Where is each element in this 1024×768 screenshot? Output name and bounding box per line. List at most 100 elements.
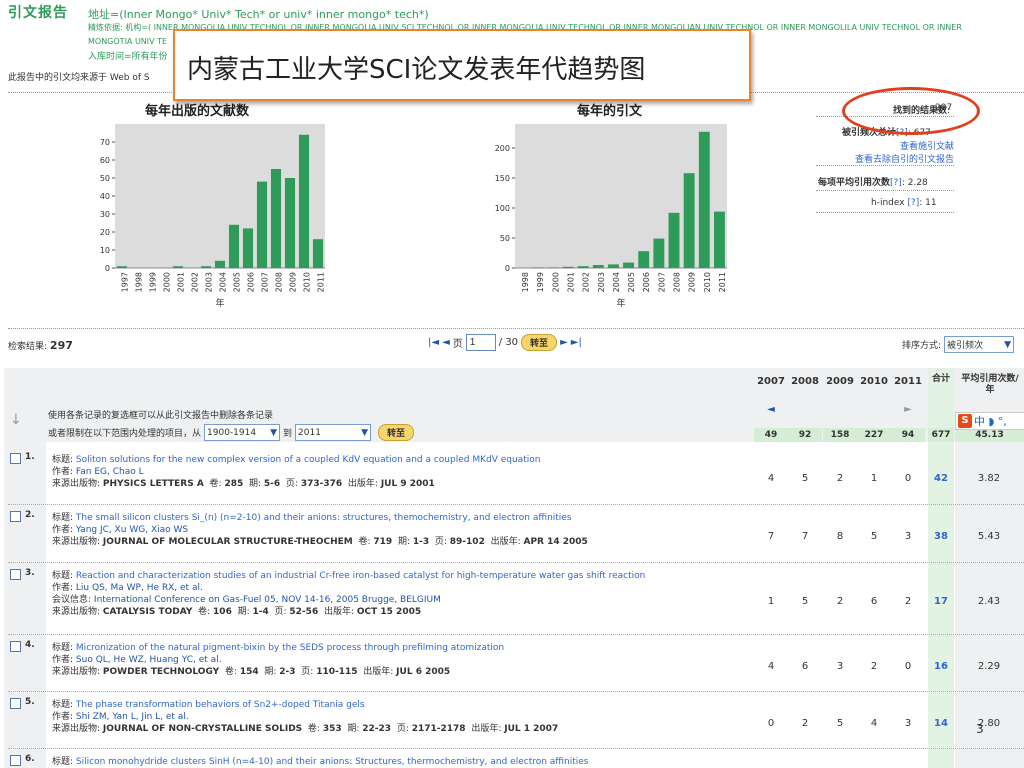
caption-text: 内蒙古工业大学SCI论文发表年代趋势图: [187, 55, 646, 85]
x-tick-label: 2003: [205, 272, 214, 292]
y-tick-label: 50: [100, 174, 110, 183]
record-divider: [8, 634, 1024, 635]
x-axis-label: 年: [215, 297, 224, 309]
record-total-link[interactable]: 17: [924, 596, 958, 607]
last-page-icon[interactable]: ►|: [571, 337, 582, 348]
sort-select[interactable]: 被引频次 ▼: [944, 336, 1015, 353]
x-tick-label: 2008: [673, 272, 682, 292]
record-source: 来源出版物: CATALYSIS TODAY 卷: 106 期: 1-4 页: …: [52, 607, 422, 617]
x-tick-label: 1997: [121, 272, 130, 292]
ime-toolbar[interactable]: S 中 ◗ °,: [955, 412, 1024, 430]
average-citations-row: 每项平均引用次数[?]: 2.28: [818, 178, 928, 188]
bar: [532, 267, 544, 268]
y-tick-label: 40: [100, 192, 110, 201]
year-citation-count: 4: [767, 661, 775, 672]
x-tick-label: 2010: [703, 272, 712, 292]
range-go-button[interactable]: 转至: [378, 424, 415, 441]
x-tick-label: 2004: [612, 272, 621, 292]
y-tick-label: 30: [100, 210, 110, 219]
x-axis-label: 年: [616, 297, 625, 309]
bar: [242, 228, 254, 268]
x-tick-label: 1998: [135, 272, 144, 292]
record-checkbox[interactable]: [10, 569, 21, 580]
record-total-link[interactable]: 16: [924, 661, 958, 672]
help-link[interactable]: [?]: [890, 178, 902, 188]
range-from-select[interactable]: 1900-1914 ▼: [204, 424, 281, 441]
view-citing-link[interactable]: 查看施引文献: [900, 139, 954, 152]
x-tick-label: 2005: [627, 272, 636, 292]
year-citation-count: 1: [870, 473, 878, 484]
chevron-down-icon: ▼: [270, 427, 278, 438]
next-page-icon[interactable]: ►: [560, 337, 568, 348]
page-label: 页: [452, 339, 463, 350]
bar: [607, 264, 619, 268]
y-tick-label: 20: [100, 228, 110, 237]
prev-page-icon[interactable]: ◄: [442, 337, 450, 348]
y-tick-label: 100: [495, 204, 510, 213]
record-checkbox[interactable]: [10, 511, 21, 522]
record-average: 5.43: [977, 531, 1001, 542]
record-title-link[interactable]: Silicon monohydride clusters SinH (n=4-1…: [76, 757, 589, 767]
first-page-icon[interactable]: |◄: [428, 337, 439, 348]
year-citation-count: 5: [836, 718, 844, 729]
plot-area: [515, 124, 727, 268]
record-total-link[interactable]: 42: [924, 473, 958, 484]
year-citation-count: 2: [870, 661, 878, 672]
record-total-link[interactable]: 14: [924, 718, 958, 729]
year-citation-count: 1: [767, 596, 775, 607]
x-tick-label: 2011: [317, 272, 326, 292]
record-title-link[interactable]: Soliton solutions for the new complex ve…: [76, 455, 541, 465]
bar: [298, 134, 310, 268]
record-checkbox[interactable]: [10, 453, 21, 464]
y-tick-label: 0: [105, 264, 110, 273]
bar: [653, 238, 665, 268]
record-checkbox[interactable]: [10, 755, 21, 766]
results-count: 检索结果: 297: [8, 339, 73, 352]
year-column-header: 2009: [826, 376, 854, 387]
year-citation-count: 6: [801, 661, 809, 672]
record-number: 2.: [25, 510, 35, 520]
bar: [256, 181, 268, 268]
x-tick-label: 2007: [261, 272, 270, 292]
bar: [577, 266, 589, 268]
total-header: 合计: [931, 374, 950, 384]
y-tick-label: 60: [100, 156, 110, 165]
range-to-label: 到: [283, 429, 293, 439]
timespan-text: 入库时间=所有年份: [88, 52, 168, 62]
chevron-down-icon: ▼: [361, 427, 369, 438]
year-citation-count: 4: [767, 473, 775, 484]
bar: [638, 251, 650, 268]
record-total-link[interactable]: 38: [924, 531, 958, 542]
y-tick-label: 200: [495, 144, 510, 153]
record-source: 来源出版物: JOURNAL OF MOLECULAR STRUCTURE-TH…: [52, 537, 588, 547]
prev-years-icon[interactable]: ◄: [754, 404, 788, 415]
bar: [284, 178, 296, 268]
x-tick-label: 2004: [219, 272, 228, 292]
record-checkbox[interactable]: [10, 698, 21, 709]
x-tick-label: 1999: [536, 272, 545, 292]
record-row: 2. 标题: The small silicon clusters Si_(n) …: [8, 510, 753, 568]
range-to-select[interactable]: 2011 ▼: [295, 424, 372, 441]
view-without-self-link[interactable]: 查看去除自引的引文报告: [855, 152, 954, 165]
record-row: 1. 标题: Soliton solutions for the new comp…: [8, 452, 753, 510]
chevron-down-icon: ▼: [1004, 339, 1012, 350]
record-number: 3.: [25, 568, 35, 578]
citations-per-year-chart: 0 50 100 150 200 1998 1999 2000 2001 2002 2003 2004…: [495, 124, 727, 309]
x-tick-label: 2006: [247, 272, 256, 292]
page-number-input[interactable]: [465, 334, 496, 351]
record-checkbox[interactable]: [10, 641, 21, 652]
average-citations-value: 2.28: [907, 178, 928, 188]
slide-page-number: 3: [976, 722, 984, 736]
goto-page-button[interactable]: 转至: [521, 334, 558, 351]
chart-1-title: 每年出版的文献数: [145, 104, 250, 119]
help-link[interactable]: [?]: [907, 198, 919, 208]
next-years-icon[interactable]: ►: [891, 404, 925, 415]
bar: [562, 266, 574, 268]
bar: [270, 169, 282, 268]
highlight-ellipse: [842, 87, 980, 135]
year-column-header: 2011: [894, 376, 922, 387]
year-citation-count: 5: [870, 531, 878, 542]
y-tick-label: 150: [495, 174, 510, 183]
year-citation-count: 4: [870, 718, 878, 729]
year-column-header: 2008: [791, 376, 819, 387]
